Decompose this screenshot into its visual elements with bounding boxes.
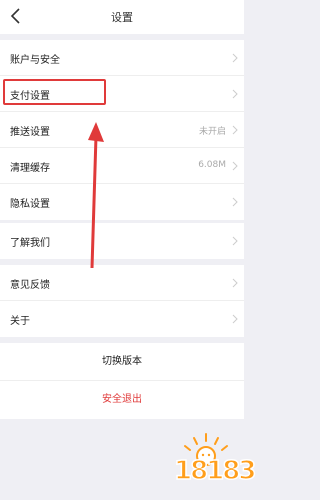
row-account-security[interactable]: 账户与安全 (0, 40, 244, 76)
row-about-us[interactable]: 了解我们 (0, 223, 244, 259)
settings-group-main: 账户与安全 支付设置 推送设置 未开启 清理缓存 6.08M 隐私设置 (0, 40, 244, 220)
cache-size-value: 6.08M (198, 160, 226, 170)
settings-group-about-us: 了解我们 (0, 223, 244, 259)
row-clear-cache[interactable]: 清理缓存 6.08M (0, 148, 244, 184)
annotation-arrow-icon (88, 122, 104, 268)
switch-version-button[interactable]: 切换版本 (0, 343, 244, 381)
settings-group-feedback: 意见反馈 关于 (0, 265, 244, 337)
row-label: 推送设置 (10, 127, 50, 138)
top-bar: 设置 (0, 0, 244, 34)
row-feedback[interactable]: 意见反馈 (0, 265, 244, 301)
push-status-value: 未开启 (198, 127, 226, 137)
chevron-right-icon (232, 125, 238, 135)
actions-group: 切换版本 安全退出 (0, 343, 244, 419)
row-label: 了解我们 (10, 238, 50, 249)
annotation-highlight-box (3, 79, 106, 105)
chevron-right-icon (232, 278, 238, 288)
watermark-logo: 18183 (170, 430, 257, 498)
row-privacy-settings[interactable]: 隐私设置 (0, 184, 244, 220)
watermark-text: 18183 (173, 455, 257, 487)
row-label: 意见反馈 (10, 280, 50, 291)
row-label: 清理缓存 (10, 163, 50, 174)
row-push-settings[interactable]: 推送设置 未开启 (0, 112, 244, 148)
row-about[interactable]: 关于 (0, 301, 244, 337)
chevron-right-icon (232, 89, 238, 99)
row-label: 隐私设置 (10, 199, 50, 210)
chevron-right-icon (232, 236, 238, 246)
chevron-right-icon (232, 197, 238, 207)
logout-button[interactable]: 安全退出 (0, 381, 244, 419)
page-title: 设置 (111, 11, 133, 24)
chevron-right-icon (232, 161, 238, 171)
row-label: 账户与安全 (10, 55, 60, 66)
chevron-right-icon (232, 53, 238, 63)
row-label: 关于 (10, 316, 30, 327)
chevron-right-icon (232, 314, 238, 324)
